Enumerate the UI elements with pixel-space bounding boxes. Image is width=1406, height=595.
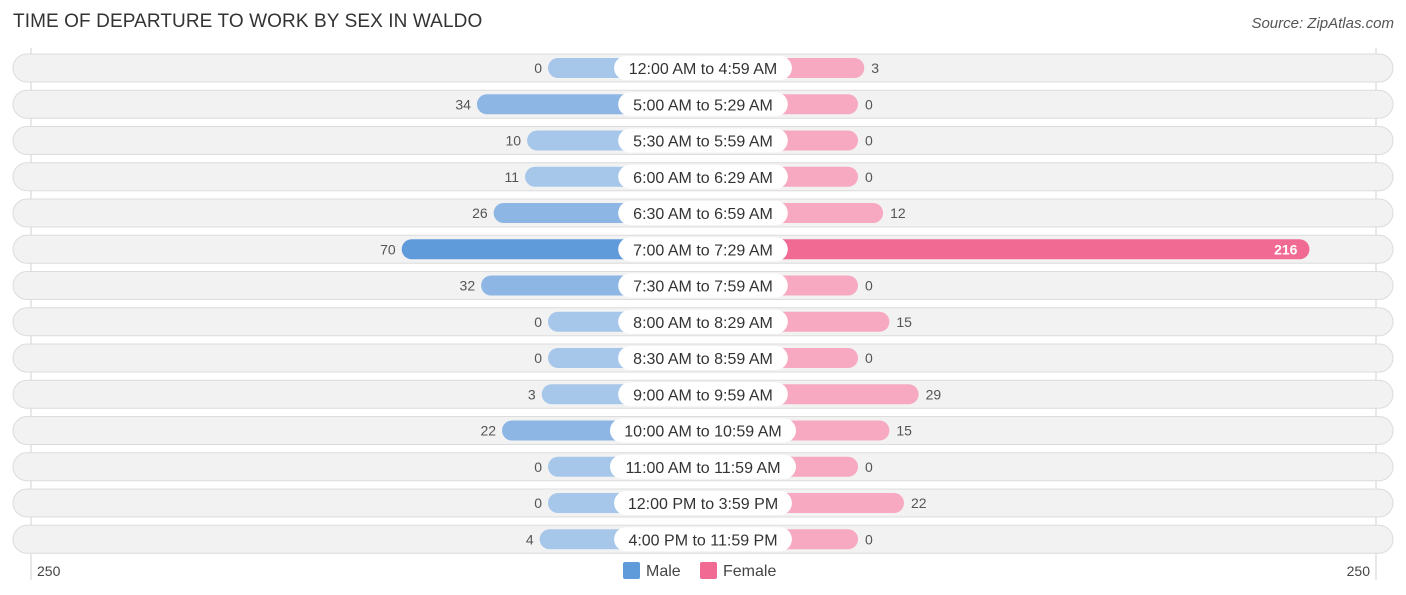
female-bar [703,239,1310,260]
female-value-label: 0 [865,133,873,149]
category-label: 8:30 AM to 8:59 AM [633,351,773,368]
male-value-label: 70 [380,241,396,257]
category-label: 12:00 AM to 4:59 AM [629,61,778,78]
axis-left-label: 250 [37,563,61,579]
chart-row: 8:30 AM to 8:59 AM 0 0 [12,343,1394,373]
chart-row: 6:00 AM to 6:29 AM 11 0 [12,162,1394,192]
chart-row: 7:00 AM to 7:29 AM 70 216 [12,234,1394,264]
female-value-label: 22 [911,495,927,511]
female-value-label: 29 [926,386,942,402]
chart-row: 12:00 AM to 4:59 AM 0 3 [12,53,1394,83]
female-value-label: 0 [865,169,873,185]
axis-right-label: 250 [1347,563,1371,579]
female-value-label: 3 [871,60,879,76]
male-value-label: 0 [534,350,542,366]
male-value-label: 32 [460,278,476,294]
female-value-label: 12 [890,205,906,221]
chart-row: 9:00 AM to 9:59 AM 3 29 [12,379,1394,409]
legend-male-label: Male [646,563,681,580]
chart-row: 7:30 AM to 7:59 AM 32 0 [12,271,1394,300]
male-value-label: 0 [534,459,542,475]
female-value-label: 0 [865,96,873,112]
chart-svg: 12:00 AM to 4:59 AM 0 3 5:00 AM to 5:29 AM 3… [12,48,1394,580]
male-value-label: 0 [534,60,542,76]
male-value-label: 0 [534,314,542,330]
male-value-label: 26 [472,205,488,221]
category-label: 10:00 AM to 10:59 AM [624,424,781,441]
male-value-label: 10 [506,133,522,149]
category-label: 5:00 AM to 5:29 AM [633,97,773,114]
female-value-label: 0 [865,531,873,547]
female-value-label: 15 [896,314,912,330]
category-label: 11:00 AM to 11:59 AM [625,460,780,477]
chart-row: 4:00 PM to 11:59 PM 4 0 [12,524,1394,554]
chart-row: 6:30 AM to 6:59 AM 26 12 [12,198,1394,228]
male-value-label: 22 [480,423,496,439]
female-value-label: 216 [1274,241,1298,257]
category-label: 7:30 AM to 7:59 AM [633,279,773,296]
category-label: 5:30 AM to 5:59 AM [633,134,773,151]
chart-row: 10:00 AM to 10:59 AM 22 15 [12,416,1394,445]
female-value-label: 0 [865,278,873,294]
chart-row: 5:00 AM to 5:29 AM 34 0 [12,89,1394,119]
category-label: 9:00 AM to 9:59 AM [633,387,773,404]
chart-row: 12:00 PM to 3:59 PM 0 22 [12,488,1394,518]
chart-row: 11:00 AM to 11:59 AM 0 0 [12,452,1394,482]
category-label: 7:00 AM to 7:29 AM [633,242,773,259]
male-value-label: 0 [534,495,542,511]
category-label: 6:30 AM to 6:59 AM [633,206,773,223]
chart-row: 8:00 AM to 8:29 AM 0 15 [12,307,1394,337]
legend-male-swatch [623,562,640,579]
male-value-label: 11 [504,169,519,185]
category-label: 6:00 AM to 6:29 AM [633,170,773,187]
male-value-label: 4 [526,531,534,547]
legend-female-label: Female [723,563,776,580]
legend: Male Female [623,562,776,580]
male-value-label: 3 [528,386,536,402]
female-value-label: 0 [865,350,873,366]
male-value-label: 34 [455,96,471,112]
category-label: 4:00 PM to 11:59 PM [628,532,777,549]
female-value-label: 0 [865,459,873,475]
chart-row: 5:30 AM to 5:59 AM 10 0 [12,126,1394,155]
female-value-label: 15 [896,423,912,439]
legend-female-swatch [700,562,717,579]
category-label: 8:00 AM to 8:29 AM [633,315,773,332]
category-label: 12:00 PM to 3:59 PM [628,496,778,513]
